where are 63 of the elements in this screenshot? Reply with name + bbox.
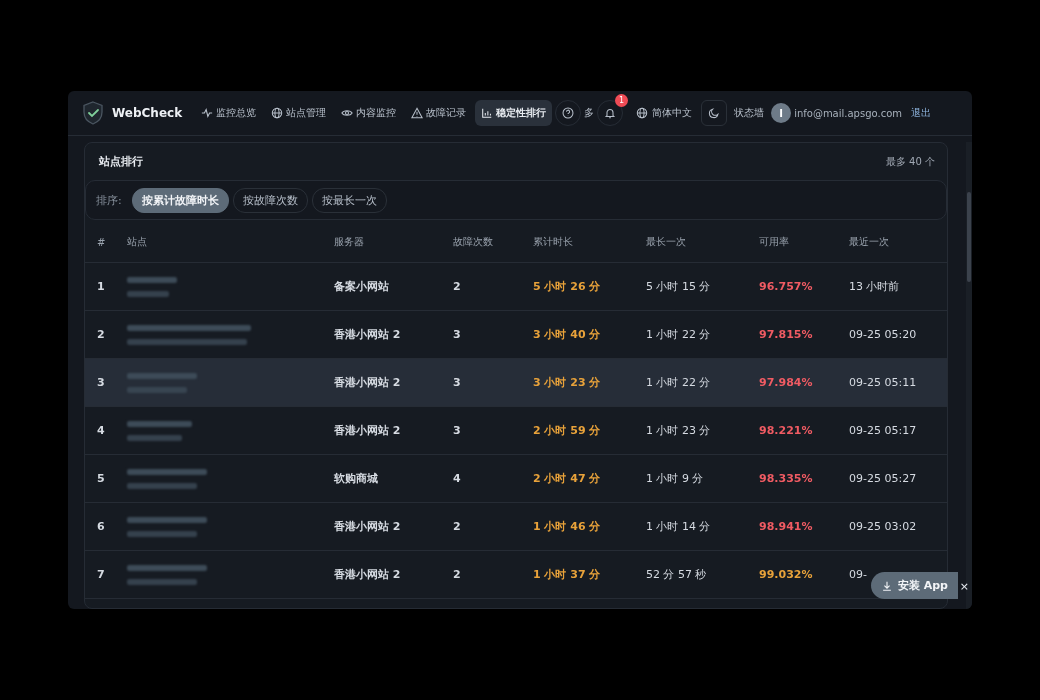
longest-cell-text: 5 小时 15 分 (646, 279, 712, 294)
server-cell-text: 香港小网站 2 (334, 567, 402, 582)
failure-count-cell-text: 3 (453, 376, 462, 389)
server-cell-text: 香港小网站 2 (334, 327, 402, 342)
column-header: 可用率 (759, 235, 790, 249)
card-title: 站点排行 (99, 154, 143, 169)
latest-cell-text: 09-25 03:02 (849, 520, 918, 533)
column-header: 服务器 (334, 235, 365, 249)
total-duration-cell-text: 2 小时 47 分 (533, 471, 602, 486)
total-duration-cell-text: 1 小时 46 分 (533, 519, 602, 534)
rank-cell-text: 4 (97, 424, 106, 437)
longest-cell-text: 52 分 57 秒 (646, 567, 708, 582)
server-cell-text: 备案小网站 (334, 279, 390, 294)
uptime-cell-text: 98.941% (759, 520, 814, 533)
uptime-cell-text: 99.032% (759, 568, 814, 581)
server-cell-text: 香港小网站 2 (334, 519, 402, 534)
notification-badge: 1 (615, 94, 629, 107)
failure-count-cell-text: 3 (453, 328, 462, 341)
rank-cell-text: 6 (97, 520, 106, 533)
column-header: # (97, 236, 107, 248)
failure-count-cell-text: 2 (453, 520, 462, 533)
uptime-cell-text: 97.815% (759, 328, 814, 341)
longest-cell-text: 1 小时 14 分 (646, 519, 712, 534)
column-header: 站点 (127, 235, 148, 249)
uptime-cell-text: 96.757% (759, 280, 814, 293)
longest-cell-text: 1 小时 22 分 (646, 327, 712, 342)
longest-cell-text: 1 小时 9 分 (646, 471, 705, 486)
longest-cell-text: 1 小时 22 分 (646, 375, 712, 390)
total-duration-cell-text: 3 小时 40 分 (533, 327, 602, 342)
total-duration-cell-text: 2 小时 59 分 (533, 423, 602, 438)
rank-cell-text: 7 (97, 568, 106, 581)
failure-count-cell-text: 4 (453, 472, 462, 485)
failure-count-cell-text: 3 (453, 424, 462, 437)
uptime-cell-text: 97.984% (759, 376, 814, 389)
column-header: 故障次数 (453, 235, 494, 249)
brand-name: WebCheck (112, 106, 183, 120)
latest-cell-text: 09-25 05:11 (849, 376, 918, 389)
rank-cell-text: 2 (97, 328, 106, 341)
failure-count-cell-text: 2 (453, 568, 462, 581)
rank-cell-text: 1 (97, 280, 106, 293)
latest-cell-text: 09-25 05:17 (849, 424, 918, 437)
latest-cell-text: 09-25 05:27 (849, 472, 918, 485)
failure-count-cell-text: 2 (453, 280, 462, 293)
latest-cell-text: 09-25 05:20 (849, 328, 918, 341)
server-cell-text: 软购商城 (334, 471, 379, 486)
rank-cell-text: 3 (97, 376, 106, 389)
server-cell-text: 香港小网站 2 (334, 375, 402, 390)
column-header: 累计时长 (533, 235, 574, 249)
total-duration-cell-text: 1 小时 37 分 (533, 567, 602, 582)
longest-cell-text: 1 小时 23 分 (646, 423, 712, 438)
user-email: info@mail.apsgo.com (794, 107, 902, 119)
column-header: 最近一次 (849, 235, 890, 249)
total-duration-cell-text: 5 小时 26 分 (533, 279, 602, 294)
limit-note: 最多 40 个 (885, 154, 935, 169)
latest-cell-text: 13 小时前 (849, 279, 901, 294)
uptime-cell-text: 98.335% (759, 472, 814, 485)
latest-cell-text: 09- (849, 568, 868, 581)
uptime-cell-text: 98.221% (759, 424, 814, 437)
sort-label: 排序: (96, 192, 122, 208)
server-cell-text: 香港小网站 2 (334, 423, 402, 438)
rank-cell-text: 5 (97, 472, 106, 485)
total-duration-cell-text: 3 小时 23 分 (533, 375, 602, 390)
column-header: 最长一次 (646, 235, 687, 249)
